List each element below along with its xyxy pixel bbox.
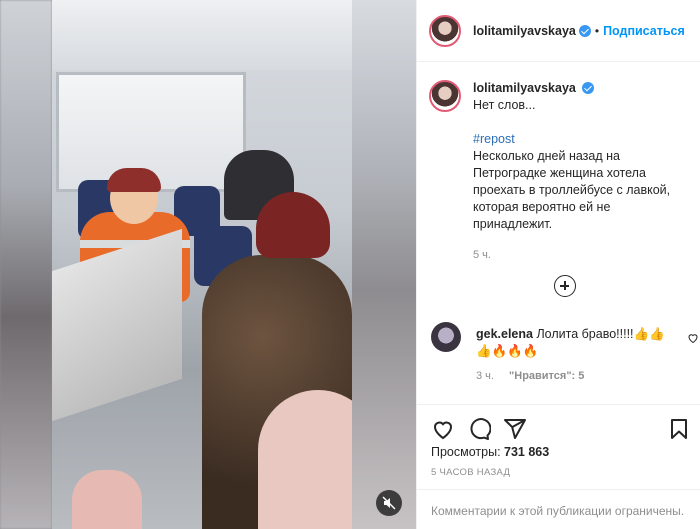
post-actions-area: Просмотры: 731 863 5 ЧАСОВ НАЗАД Коммент…	[417, 404, 700, 529]
caption-line: которая вероятно ей не	[473, 200, 611, 214]
caption-line: принадлежит.	[473, 217, 553, 231]
speech-bubble-icon[interactable]	[467, 417, 491, 441]
comment-text-line2: 👍🔥🔥🔥	[476, 344, 539, 358]
post-media[interactable]	[0, 0, 416, 529]
views-label: Просмотры:	[431, 445, 501, 459]
caption-line: Нет слов...	[473, 98, 536, 112]
speaker-muted-icon	[382, 496, 396, 510]
caption-author-username[interactable]: lolitamilyavskaya	[473, 81, 576, 95]
video-blurred-right-edge	[352, 0, 416, 529]
post-caption: lolitamilyavskaya Нет слов... #repost Не…	[429, 80, 691, 264]
view-count[interactable]: Просмотры: 731 863	[431, 445, 549, 459]
author-username[interactable]: lolitamilyavskaya	[473, 24, 576, 38]
comments-limited-bar: Комментарии к этой публикации ограничены…	[417, 489, 700, 529]
bookmark-icon[interactable]	[667, 417, 691, 441]
foreground-hand	[72, 470, 142, 529]
action-bar	[429, 413, 691, 443]
caption-hashtag-link[interactable]: #repost	[473, 131, 670, 148]
post-timestamp[interactable]: 5 ЧАСОВ НАЗАД	[431, 467, 510, 478]
commenter-avatar[interactable]	[431, 322, 461, 352]
video-frame[interactable]	[52, 0, 352, 529]
comment-timestamp[interactable]: 3 ч.	[476, 370, 494, 382]
conductor-hat	[107, 168, 161, 192]
views-number: 731 863	[504, 445, 550, 459]
caption-line: проехать в троллейбусе с лавкой,	[473, 183, 671, 197]
mute-button[interactable]	[376, 490, 402, 516]
foreground-pink-hood	[258, 390, 352, 529]
caption-timestamp[interactable]: 5 ч.	[473, 247, 670, 264]
author-avatar[interactable]	[429, 14, 461, 47]
trolleybus-ceiling	[52, 0, 352, 70]
paper-plane-icon[interactable]	[503, 417, 527, 441]
plus-circle-icon[interactable]	[554, 275, 576, 297]
comment-like-heart-icon[interactable]	[687, 332, 699, 344]
verified-badge-icon	[582, 82, 595, 94]
follow-button[interactable]: Подписаться	[603, 24, 685, 38]
heart-icon[interactable]	[431, 417, 455, 441]
bench	[52, 228, 182, 422]
post-header: lolitamilyavskaya • Подписаться	[417, 0, 700, 62]
comment-text: Лолита браво!!!!!👍👍	[536, 327, 665, 341]
verified-badge-icon	[578, 24, 591, 37]
comments-limited-notice: Комментарии к этой публикации ограничены…	[431, 504, 685, 518]
post-sidebar: lolitamilyavskaya • Подписаться lolitami…	[416, 0, 700, 529]
woman-knit-hat	[256, 192, 330, 258]
caption-line: Несколько дней назад на	[473, 149, 620, 163]
caption-author-avatar[interactable]	[429, 80, 461, 112]
commenter-username[interactable]: gek.elena	[476, 327, 533, 341]
separator-dot: •	[594, 23, 600, 38]
video-blurred-left-edge	[0, 0, 52, 529]
caption-line: Петроградке женщина хотела	[473, 166, 646, 180]
comment-likes[interactable]: "Нравится": 5	[509, 370, 584, 382]
